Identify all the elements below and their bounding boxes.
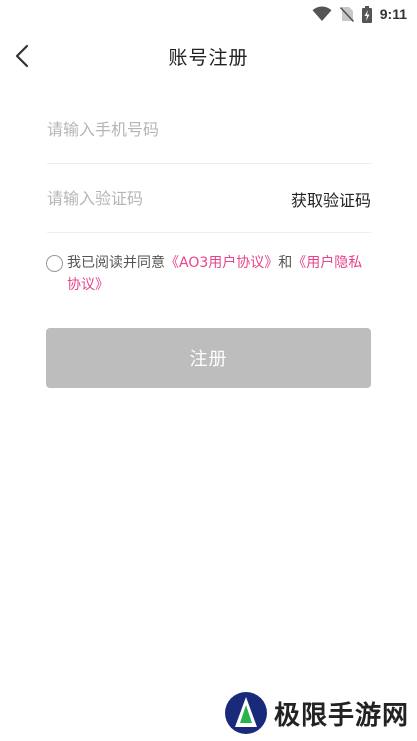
header: 账号注册 [0, 36, 417, 76]
page-title: 账号注册 [168, 46, 249, 69]
register-button[interactable]: 注册 [46, 328, 371, 388]
chevron-left-icon [15, 44, 29, 68]
status-time: 9:11 [379, 6, 407, 22]
user-agreement-link[interactable]: 《AO3用户协议》 [165, 255, 278, 271]
no-sim-icon [339, 6, 354, 22]
battery-charging-icon [361, 5, 372, 23]
phone-field-row [47, 96, 371, 164]
watermark-text: 极限手游网 [273, 700, 409, 731]
watermark: 极限手游网 [224, 691, 409, 735]
register-screen: 9:11 账号注册 获取验证码 我已阅读并同意《AO3用户协议》和《用户隐私协议… [0, 0, 417, 741]
status-bar: 9:11 [0, 0, 417, 28]
verification-code-input[interactable] [47, 189, 267, 208]
get-code-button[interactable]: 获取验证码 [291, 187, 371, 211]
agreement-text: 我已阅读并同意《AO3用户协议》和《用户隐私协议》 [67, 252, 372, 296]
agreement-prefix: 我已阅读并同意 [67, 255, 165, 271]
code-field-row: 获取验证码 [47, 165, 371, 233]
back-button[interactable] [8, 40, 36, 72]
agreement-row: 我已阅读并同意《AO3用户协议》和《用户隐私协议》 [46, 252, 372, 296]
wifi-icon [312, 6, 332, 22]
agreement-conjunction: 和 [278, 255, 293, 271]
phone-input[interactable] [47, 120, 267, 139]
agreement-radio[interactable] [46, 255, 63, 272]
watermark-logo-icon [224, 692, 267, 734]
